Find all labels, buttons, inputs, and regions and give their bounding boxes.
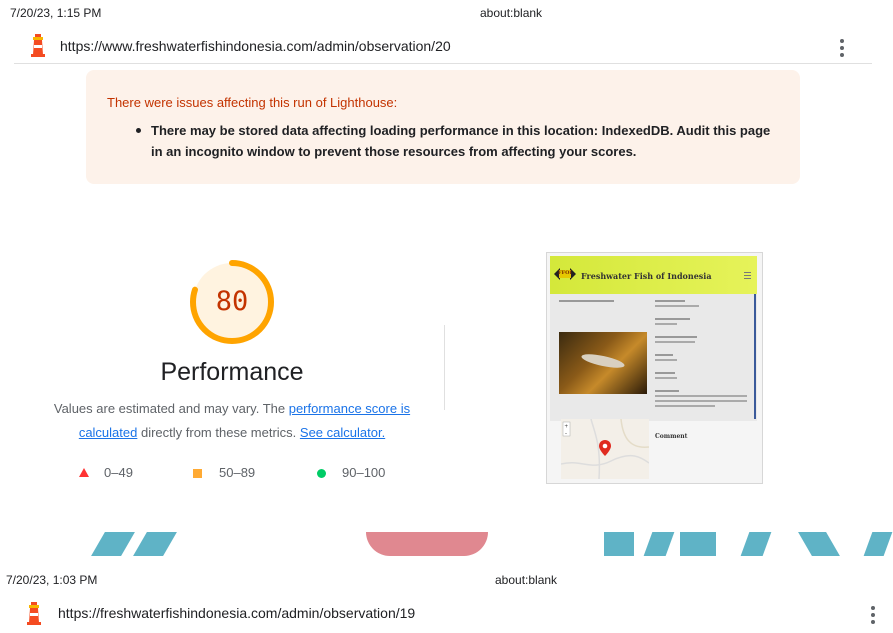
svg-text:+: +: [565, 424, 569, 430]
thumb-text-line: [655, 395, 747, 397]
stripe: [604, 532, 634, 556]
more-options-icon[interactable]: [871, 606, 875, 627]
location-map: + -: [561, 419, 649, 479]
print-page-title: about:blank: [495, 573, 558, 587]
site-logo-text: FFOI: [558, 270, 572, 276]
stripe: [740, 532, 772, 556]
url-text[interactable]: https://www.freshwaterfishindonesia.com/…: [60, 38, 451, 54]
stripe: [643, 532, 675, 556]
thumb-site-header: FFOI Freshwater Fish of Indonesia: [550, 256, 757, 294]
decorative-banner: [0, 532, 893, 556]
description-text-1: Values are estimated and may vary. The: [53, 401, 289, 416]
fish-photo: [559, 332, 647, 394]
thumb-content: [550, 294, 757, 421]
more-options-icon[interactable]: [840, 39, 844, 60]
stripe: [680, 532, 716, 556]
thumb-text-line: [655, 300, 685, 302]
lighthouse-icon: [26, 601, 42, 630]
thumb-text-line: [655, 341, 695, 343]
thumb-text-line: [655, 372, 675, 374]
warning-item: There may be stored data affecting loadi…: [151, 123, 771, 159]
thumb-text-line: [655, 405, 715, 407]
legend-average-label: 50–89: [219, 465, 256, 480]
stripe: [863, 532, 893, 556]
thumb-text-line: [655, 354, 673, 356]
comment-label: Comment: [655, 433, 688, 440]
legend-pass-label: 90–100: [342, 465, 386, 480]
fish-shape: [580, 351, 626, 371]
vertical-separator: [444, 325, 445, 410]
warning-box: There were issues affecting this run of …: [86, 70, 800, 184]
thumb-text-line: [655, 336, 697, 338]
average-square-icon: [193, 469, 202, 478]
print-date: 7/20/23, 1:03 PM: [6, 573, 98, 587]
lighthouse-icon: [30, 33, 46, 62]
warning-bullet: [136, 128, 141, 133]
url-bar-divider: [14, 63, 872, 64]
thumb-text-line: [655, 390, 679, 392]
thumb-text-line: [655, 359, 677, 361]
site-menu-icon: [744, 272, 751, 279]
site-title: Freshwater Fish of Indonesia: [581, 271, 712, 281]
stripe: [133, 532, 177, 556]
performance-gauge[interactable]: 80: [189, 259, 275, 345]
final-screenshot[interactable]: FFOI Freshwater Fish of Indonesia + - Co…: [546, 252, 763, 484]
stripe: [91, 532, 135, 556]
performance-description: Values are estimated and may vary. The p…: [42, 397, 422, 445]
url-text[interactable]: https://freshwaterfishindonesia.com/admi…: [58, 605, 415, 621]
description-text-2: directly from these metrics.: [137, 425, 300, 440]
pass-circle-icon: [317, 469, 326, 478]
see-calculator-link[interactable]: See calculator.: [300, 425, 385, 440]
thumb-text-line: [655, 305, 699, 307]
thumb-text-line: [655, 400, 747, 402]
warning-title: There were issues affecting this run of …: [107, 95, 398, 110]
fail-triangle-icon: [79, 468, 89, 477]
svg-text:-: -: [565, 431, 567, 437]
thumb-text-line: [655, 318, 690, 320]
print-page-title: about:blank: [480, 6, 543, 20]
legend-fail-label: 0–49: [104, 465, 133, 480]
print-date: 7/20/23, 1:15 PM: [10, 6, 102, 20]
half-circle: [366, 532, 488, 556]
thumb-text-line: [655, 377, 677, 379]
performance-label: Performance: [160, 358, 304, 386]
thumb-observer-line: [559, 300, 614, 302]
thumb-scrollbar: [754, 294, 756, 419]
stripe: [798, 532, 840, 556]
thumb-text-line: [655, 323, 677, 325]
performance-score: 80: [215, 286, 249, 317]
map-pin-icon: [599, 440, 611, 461]
